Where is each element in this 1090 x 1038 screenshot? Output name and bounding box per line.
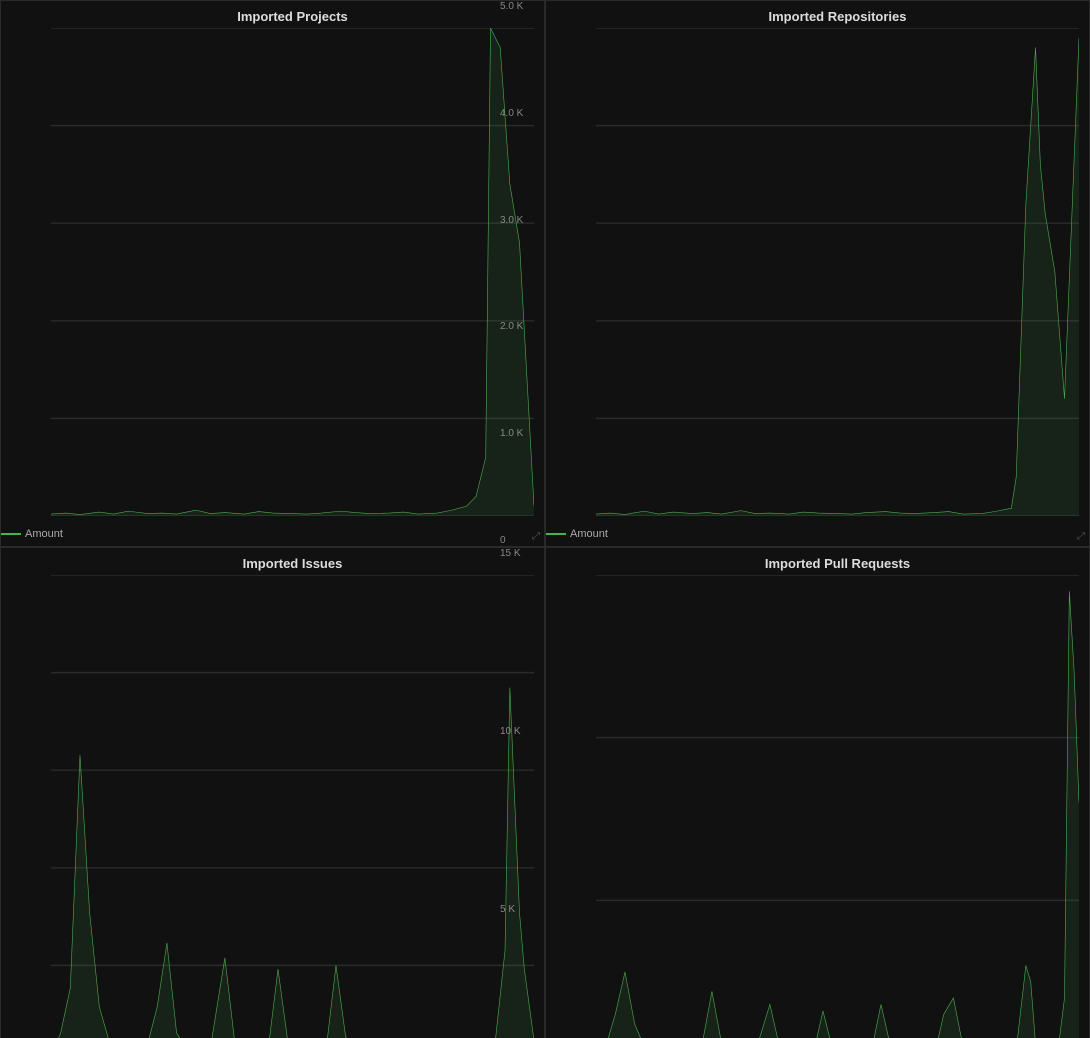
chart-svg-imported-repositories — [596, 28, 1079, 516]
chart-svg-imported-projects — [51, 28, 534, 516]
y-axis-label: 5.0 K — [500, 1, 523, 12]
chart-area-imported-projects: 5/295/305/316/16/26/36/4 — [51, 28, 534, 516]
chart-title-imported-issues: Imported Issues — [51, 556, 534, 571]
expand-icon[interactable]: ⤢ — [1077, 531, 1085, 542]
chart-panel-imported-repositories: Imported Repositories01.0 K2.0 K3.0 K4.0… — [545, 0, 1090, 547]
legend-label: Amount — [570, 528, 608, 540]
chart-area-imported-repositories: 5/295/305/316/16/26/36/4 — [596, 28, 1079, 516]
y-axis-imported-repositories: 0 1.0 K 2.0 K 3.0 K 4.0 K 5.0 K — [500, 1, 523, 546]
y-axis-label: 5 K — [500, 904, 521, 915]
y-axis-label: 15 K — [500, 548, 521, 559]
chart-panel-imported-issues: Imported Issues03 K5 K8 K10 K13 K5/295/3… — [0, 547, 545, 1038]
chart-title-imported-repositories: Imported Repositories — [596, 9, 1079, 24]
chart-svg-imported-issues — [51, 575, 534, 1038]
chart-svg-imported-pull-requests — [596, 575, 1079, 1038]
y-axis-imported-pull-requests: 05 K10 K15 K — [500, 548, 521, 1038]
dashboard: Imported Projects01.0 K2.0 K3.0 K4.0 K5.… — [0, 0, 1090, 519]
y-axis-label: 0 — [500, 535, 523, 546]
expand-icon[interactable]: ⤢ — [532, 531, 540, 542]
y-axis-label: 10 K — [500, 726, 521, 737]
chart-legend-imported-projects: Amount — [1, 528, 63, 540]
chart-title-imported-projects: Imported Projects — [51, 9, 534, 24]
legend-line-icon — [546, 533, 566, 535]
legend-line-icon — [1, 533, 21, 535]
y-axis-label: 2.0 K — [500, 321, 523, 332]
chart-legend-imported-repositories: Amount — [546, 528, 608, 540]
chart-area-imported-issues: 5/295/305/316/16/26/36/4 — [51, 575, 534, 1038]
chart-panel-imported-pull-requests: Imported Pull Requests05 K10 K15 K5/295/… — [545, 547, 1090, 1038]
chart-title-imported-pull-requests: Imported Pull Requests — [596, 556, 1079, 571]
y-axis-label: 1.0 K — [500, 428, 523, 439]
y-axis-label: 3.0 K — [500, 215, 523, 226]
legend-label: Amount — [25, 528, 63, 540]
y-axis-label: 4.0 K — [500, 108, 523, 119]
chart-area-imported-pull-requests: 5/295/305/316/16/26/36/4 — [596, 575, 1079, 1038]
chart-panel-imported-projects: Imported Projects 0 1.0 K 2.0 K 3.0 K 4.0 K 5.… — [0, 0, 545, 547]
